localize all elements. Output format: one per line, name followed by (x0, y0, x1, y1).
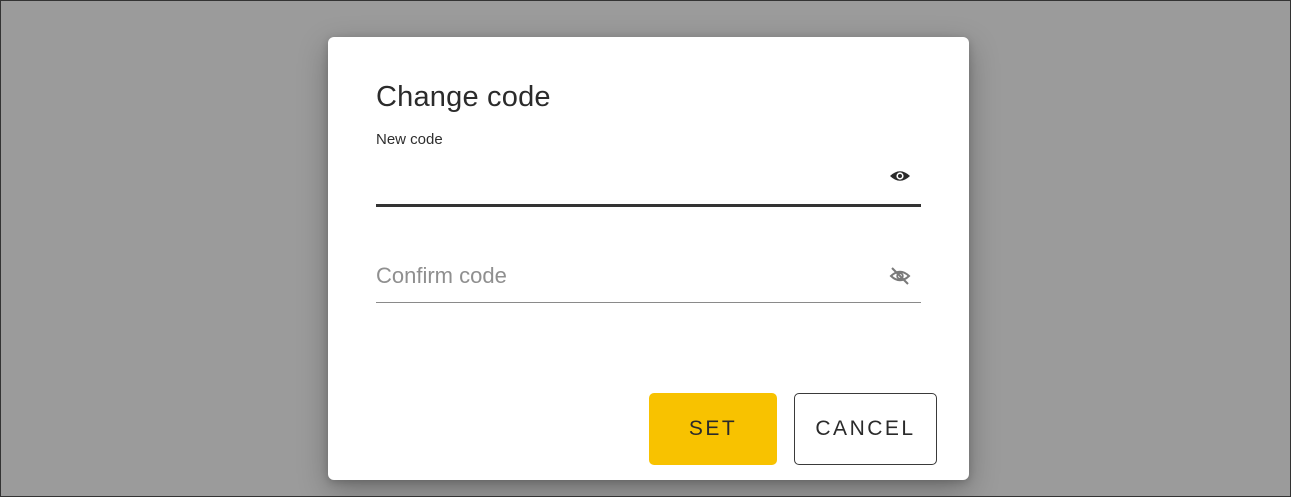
new-code-input[interactable] (376, 161, 876, 195)
dialog-title: Change code (376, 81, 551, 113)
modal-overlay: Change code New code Confirm code SET CA… (0, 0, 1291, 497)
change-code-dialog: Change code New code Confirm code SET CA… (328, 37, 969, 480)
new-code-underline (376, 204, 921, 207)
new-code-field: New code (376, 131, 921, 207)
confirm-code-field (376, 249, 921, 303)
new-code-label: New code (376, 131, 443, 148)
cancel-button[interactable]: CANCEL (794, 393, 937, 465)
eye-off-icon (889, 266, 911, 286)
confirm-code-input[interactable] (376, 259, 876, 293)
confirm-code-underline (376, 302, 921, 303)
new-code-visibility-toggle[interactable] (887, 165, 913, 187)
confirm-code-visibility-toggle[interactable] (887, 265, 913, 287)
set-button[interactable]: SET (649, 393, 777, 465)
eye-icon (889, 168, 911, 184)
